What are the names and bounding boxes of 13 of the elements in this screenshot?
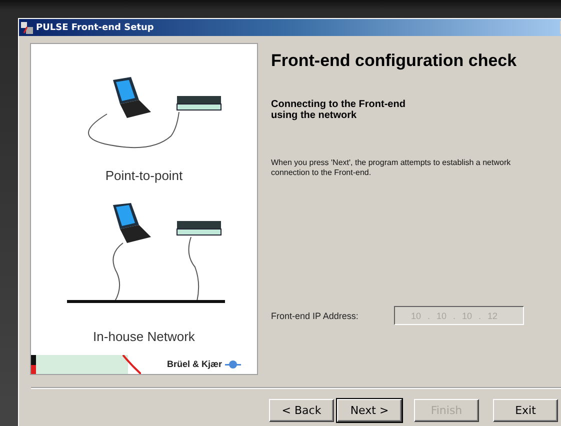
next-button[interactable]: Next >	[337, 399, 402, 422]
window-title: PULSE Front-end Setup	[36, 22, 154, 32]
logo-icon	[225, 360, 241, 368]
diagram-caption: Point-to-point	[105, 168, 183, 183]
brand-logo-text: Brüel & Kjær	[166, 359, 222, 369]
diagram-caption: In-house Network	[93, 329, 195, 344]
page-heading: Front-end configuration check	[271, 51, 518, 71]
ip-address-label: Front-end IP Address:	[271, 310, 360, 320]
description-text: When you press 'Next', the program attempts to establish a network connection to the Front-end.	[271, 158, 512, 178]
exit-button[interactable]: Exit	[493, 399, 558, 422]
back-button[interactable]: < Back	[269, 399, 334, 422]
section-subheading: Connecting to the Front-end using the network	[271, 99, 406, 121]
app-icon	[21, 22, 33, 34]
